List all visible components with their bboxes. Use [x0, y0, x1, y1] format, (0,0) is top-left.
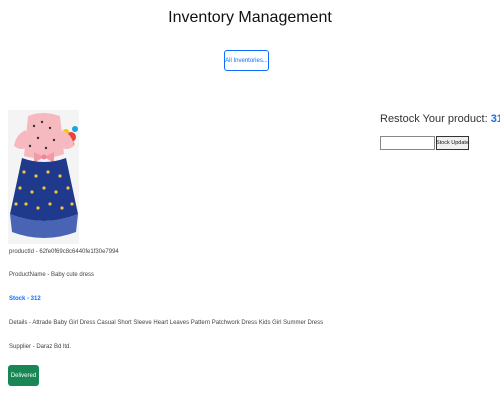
- stock-quantity-input[interactable]: [380, 136, 435, 150]
- page-title: Inventory Management: [168, 9, 332, 26]
- restock-label: Restock Your product:: [380, 113, 488, 125]
- product-details: Details - Attrade Baby Girl Dress Casual…: [9, 320, 324, 326]
- product-name: ProductName - Baby cute dress: [9, 272, 95, 278]
- product-id: productId - 62fe0f69c8c6440fe1f30e7994: [9, 249, 119, 255]
- product-image: [8, 110, 79, 244]
- delivered-button[interactable]: Delivered: [8, 365, 39, 386]
- restock-quantity: 312: [490, 113, 500, 125]
- restock-heading: Restock Your product: 312: [380, 113, 500, 125]
- product-supplier: Supplier - Daraz Bd ltd.: [9, 344, 72, 350]
- stock-update-button[interactable]: Stock Update: [436, 136, 469, 150]
- baby-dress-image: [8, 110, 79, 244]
- product-stock: Stock - 312: [9, 296, 41, 302]
- all-inventories-button[interactable]: All Inventories...: [224, 50, 269, 71]
